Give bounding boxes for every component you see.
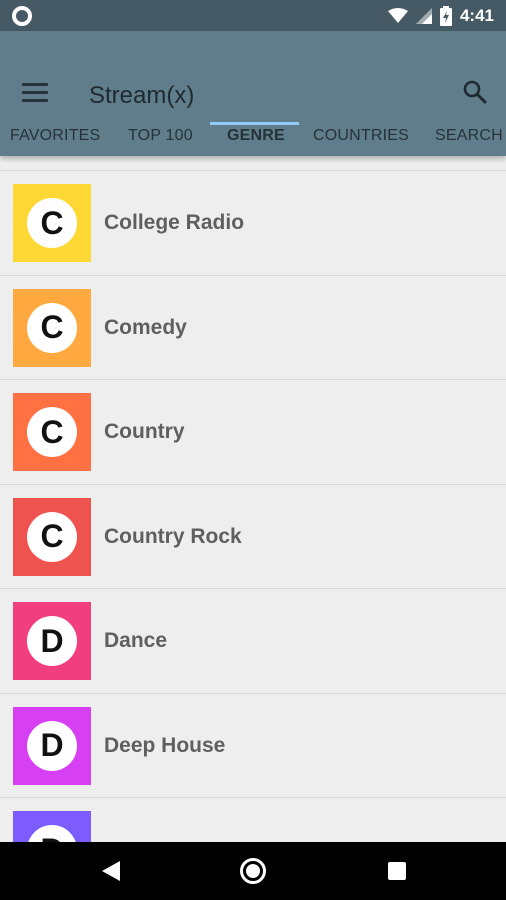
app-bar: Stream(x) FAVORITES TOP 100 GENRE COUNTR… xyxy=(0,31,506,156)
list-item[interactable]: C Country Rock xyxy=(0,484,506,589)
genre-letter: C xyxy=(27,511,77,562)
genre-letter-tile: D xyxy=(13,811,91,842)
list-item[interactable]: C College Radio xyxy=(0,171,506,276)
genre-label: Country xyxy=(104,420,185,443)
battery-icon xyxy=(439,5,452,26)
genre-letter: D xyxy=(27,825,77,842)
tab-favorites[interactable]: FAVORITES xyxy=(10,115,100,156)
genre-letter-tile: D xyxy=(13,706,91,785)
hamburger-menu-icon[interactable] xyxy=(22,83,48,103)
genre-letter: C xyxy=(27,198,77,248)
signal-icon xyxy=(415,7,432,24)
tab-countries[interactable]: COUNTRIES xyxy=(313,115,409,156)
genre-letter-tile: C xyxy=(13,184,91,262)
genre-letter-tile: C xyxy=(13,393,91,471)
genre-list[interactable]: C College Radio C Comedy C Country C Cou… xyxy=(0,170,506,842)
active-tab-indicator xyxy=(210,122,299,125)
home-icon[interactable] xyxy=(240,858,266,884)
app-title: Stream(x) xyxy=(89,82,195,109)
list-item[interactable]: D Dance xyxy=(0,589,506,694)
recents-icon[interactable] xyxy=(388,862,406,880)
genre-letter-tile: C xyxy=(13,288,91,367)
list-item[interactable]: C Country xyxy=(0,380,506,485)
status-bar: 4:41 xyxy=(0,0,506,31)
list-item[interactable]: C Comedy xyxy=(0,275,506,380)
genre-letter: D xyxy=(27,616,77,666)
tab-search[interactable]: SEARCH xyxy=(435,115,503,156)
search-icon[interactable] xyxy=(462,79,488,105)
genre-letter: C xyxy=(27,407,77,457)
status-icons: 4:41 xyxy=(387,0,494,31)
genre-letter-tile: D xyxy=(13,602,91,680)
notification-circle-icon xyxy=(12,6,32,26)
list-item[interactable]: D Deep House xyxy=(0,693,506,798)
genre-letter-tile: C xyxy=(13,497,91,576)
clock: 4:41 xyxy=(459,5,494,25)
list-item[interactable]: D xyxy=(0,798,506,842)
genre-label: Comedy xyxy=(104,315,187,339)
genre-label: College Radio xyxy=(104,211,245,234)
genre-label: Country Rock xyxy=(104,524,242,548)
genre-label: Dance xyxy=(104,629,168,652)
back-icon[interactable] xyxy=(100,860,122,882)
navigation-bar xyxy=(0,842,506,900)
genre-letter: C xyxy=(27,302,77,353)
genre-letter: D xyxy=(27,720,77,771)
wifi-icon xyxy=(387,7,408,23)
tab-top-100[interactable]: TOP 100 xyxy=(128,115,193,156)
genre-label: Deep House xyxy=(104,733,226,757)
